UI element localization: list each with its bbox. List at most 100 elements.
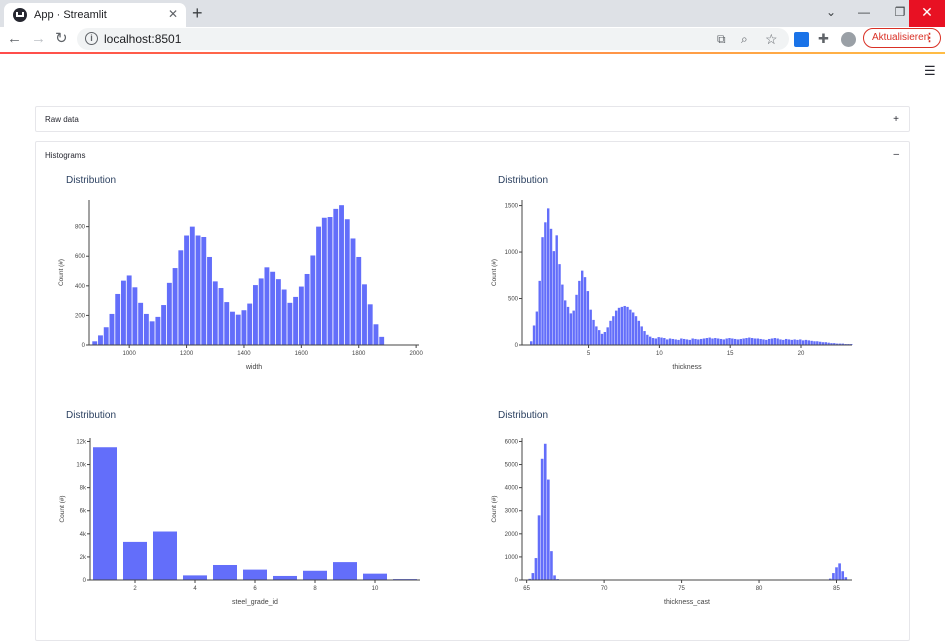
histogram-bar: [120, 280, 126, 345]
histogram-bar: [663, 338, 666, 345]
chevron-down-icon[interactable]: ⌄: [813, 0, 849, 27]
histogram-bar: [745, 338, 748, 345]
histogram-bar: [668, 338, 672, 345]
update-button[interactable]: Aktualisieren ⋮: [863, 28, 941, 48]
histogram-bar: [115, 293, 121, 345]
histogram-bar: [123, 541, 147, 580]
histogram-bar: [293, 296, 299, 345]
plus-icon[interactable]: +: [192, 3, 203, 23]
expander-label: Raw data: [45, 115, 79, 124]
x-tick-label: 75: [678, 586, 685, 592]
extension-icon[interactable]: [794, 32, 809, 47]
histogram-bar: [304, 273, 310, 345]
puzzle-icon[interactable]: ✚: [818, 30, 829, 48]
histogram-bar: [782, 339, 785, 345]
address-bar[interactable]: i localhost:8501 ⧉ ⌕ ☆: [77, 28, 789, 50]
histogram-bar: [189, 226, 195, 345]
x-tick-label: 1800: [352, 351, 366, 357]
histogram-bar: [841, 571, 845, 580]
histogram-bar: [643, 331, 646, 345]
histogram-bar: [614, 310, 618, 345]
close-icon[interactable]: ✕: [909, 0, 945, 27]
histogram-bar: [535, 311, 539, 345]
histogram-bar: [264, 267, 270, 345]
y-tick-label: 10k: [76, 463, 87, 469]
x-tick-label: 1600: [295, 351, 309, 357]
histogram-bar: [592, 319, 595, 345]
histogram-bar: [213, 564, 237, 580]
raw-data-expander[interactable]: Raw data +: [35, 106, 910, 132]
more-icon[interactable]: ⋮: [924, 29, 935, 47]
histogram-bar: [109, 313, 115, 345]
expand-icon[interactable]: +: [893, 114, 899, 125]
y-tick-label: 800: [75, 225, 86, 231]
back-icon[interactable]: ←: [7, 30, 22, 48]
histogram-bar: [333, 208, 339, 345]
info-icon[interactable]: i: [85, 32, 98, 45]
histogram-bar: [719, 338, 723, 345]
y-tick-label: 3000: [505, 509, 519, 515]
x-tick-label: 2: [133, 586, 137, 592]
x-tick-label: 4: [193, 586, 197, 592]
histogram-thickness: 0 500 1000 1500 5 10 15 20 thickness Count (#): [491, 200, 853, 371]
histogram-bar: [680, 338, 683, 345]
histogram-bar: [674, 339, 677, 345]
histogram-bar: [303, 570, 327, 580]
histogram-bar: [691, 338, 694, 345]
histogram-bar: [132, 287, 138, 345]
histogram-bar: [637, 320, 641, 345]
histogram-bar: [736, 339, 740, 345]
translate-icon[interactable]: ⧉: [717, 31, 726, 47]
histogram-bar: [201, 236, 207, 345]
histogram-bar: [281, 289, 287, 345]
histogram-bar: [575, 294, 578, 345]
histogram-bar: [538, 280, 541, 345]
histogram-bar: [801, 340, 805, 345]
histogram-bar: [654, 338, 658, 345]
reload-icon[interactable]: ↻: [55, 30, 68, 48]
y-tick-label: 5000: [505, 463, 519, 469]
forward-icon[interactable]: →: [31, 30, 46, 48]
histogram-bar: [537, 515, 541, 580]
hamburger-icon[interactable]: ☰: [924, 63, 936, 79]
y-tick-label: 1500: [505, 204, 519, 210]
histogram-bar: [230, 311, 235, 345]
browser-tab[interactable]: App · Streamlit ✕: [4, 3, 186, 27]
histogram-bar: [620, 306, 624, 345]
histogram-bar: [552, 251, 556, 345]
histogram-bar: [543, 443, 547, 580]
histogram-bar: [665, 339, 669, 345]
histogram-bar: [578, 280, 581, 345]
histogram-bar: [804, 339, 808, 345]
chart-title-steel-grade: Distribution: [66, 410, 117, 421]
histogram-bar: [195, 235, 201, 345]
histogram-bar: [540, 458, 544, 580]
histogram-bar: [161, 305, 167, 345]
histogram-bar: [298, 286, 304, 345]
y-tick-label: 4k: [80, 532, 87, 538]
star-icon[interactable]: ☆: [765, 31, 778, 47]
collapse-icon[interactable]: –: [893, 149, 899, 160]
x-axis-label: thickness: [672, 364, 702, 371]
histogram-bar: [172, 268, 178, 345]
histogram-bar: [711, 338, 714, 345]
histogram-bar: [640, 326, 643, 345]
zoom-icon[interactable]: ⌕: [741, 31, 748, 47]
minimize-icon[interactable]: —: [846, 0, 882, 27]
histogram-bar: [759, 338, 762, 345]
x-tick-label: 5: [587, 351, 591, 357]
expander-label[interactable]: Histograms: [45, 151, 85, 160]
tab-title: App · Streamlit: [34, 9, 107, 21]
y-tick-label: 500: [508, 297, 519, 303]
histogram-bar: [275, 279, 281, 345]
close-icon[interactable]: ✕: [168, 7, 178, 21]
streamlit-header-decoration: [0, 52, 945, 54]
histogram-bar: [660, 337, 663, 345]
histogram-bar: [694, 338, 697, 345]
profile-icon[interactable]: [841, 32, 856, 47]
histogram-thickness-cast: 0 1000 2000 3000 4000 5000 6000 65 70 75 80 85 thick…: [491, 438, 852, 606]
y-axis-label: Count (#): [491, 495, 498, 522]
histogram-bar: [756, 338, 760, 345]
x-tick-label: 8: [313, 586, 317, 592]
histogram-bar: [126, 275, 132, 345]
